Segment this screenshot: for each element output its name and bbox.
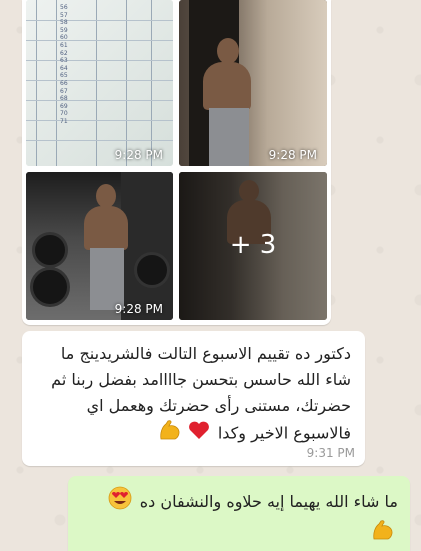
sheet-number: 62	[60, 49, 68, 57]
photo-timestamp: 9:28 PM	[114, 148, 163, 162]
flexed-biceps-icon	[158, 419, 182, 449]
sheet-number: 63	[60, 57, 68, 65]
sheet-number: 66	[60, 79, 68, 87]
photo-timestamp: 9:28 PM	[114, 302, 163, 316]
photo-tile-3[interactable]: 9:28 PM	[26, 172, 173, 320]
person-pants	[90, 248, 124, 310]
sheet-number: 61	[60, 41, 68, 49]
incoming-message-bubble[interactable]: دكتور ده تقييم الاسبوع التالت فالشريدينج…	[22, 331, 365, 466]
media-album: 56 57 58 59 60 61 62 63 64 65 66 67 68 69 70 71 9:28 PM…	[22, 0, 331, 325]
paper-sheet-image: 56 57 58 59 60 61 62 63 64 65 66 67 68 69 70 71	[26, 0, 173, 166]
photo-tile-1[interactable]: 56 57 58 59 60 61 62 63 64 65 66 67 68 69 70 71 9:28 PM	[26, 0, 173, 166]
photo-timestamp: 9:28 PM	[268, 148, 317, 162]
incoming-message-text: دكتور ده تقييم الاسبوع التالت فالشريدينج…	[33, 341, 351, 449]
outgoing-message-bubble[interactable]: ما شاء الله يهيما إيه حلاوه والنشفان ده	[68, 476, 410, 551]
sheet-numbers: 56 57 58 59 60 61 62 63 64 65 66 67 68 69 70 71	[60, 4, 68, 126]
sheet-number: 60	[60, 34, 68, 42]
heart-eyes-icon	[108, 486, 132, 519]
photo-tile-more[interactable]: + 3	[179, 172, 327, 320]
sheet-number: 56	[60, 4, 68, 11]
photo-tile-2[interactable]: 9:28 PM	[179, 0, 327, 166]
sheet-number: 58	[60, 19, 68, 27]
message-body: ما شاء الله يهيما إيه حلاوه والنشفان ده	[139, 492, 398, 511]
person-pants	[209, 108, 249, 166]
more-photos-count: + 3	[229, 230, 277, 260]
sheet-number: 68	[60, 95, 68, 103]
flexed-biceps-icon	[371, 519, 395, 550]
heart-icon	[188, 420, 210, 448]
person-torso	[203, 62, 251, 110]
person-torso	[84, 206, 128, 250]
sheet-number: 64	[60, 64, 68, 72]
message-timestamp: 9:31 PM	[306, 446, 355, 460]
sheet-number: 59	[60, 26, 68, 34]
sheet-number: 65	[60, 72, 68, 80]
sheet-number: 57	[60, 11, 68, 19]
sheet-number: 69	[60, 102, 68, 110]
person-head	[96, 184, 116, 208]
sheet-number: 71	[60, 117, 68, 125]
outgoing-message-text: ما شاء الله يهيما إيه حلاوه والنشفان ده	[80, 486, 398, 550]
person-head	[217, 38, 239, 64]
sheet-number: 67	[60, 87, 68, 95]
sheet-number: 70	[60, 110, 68, 118]
